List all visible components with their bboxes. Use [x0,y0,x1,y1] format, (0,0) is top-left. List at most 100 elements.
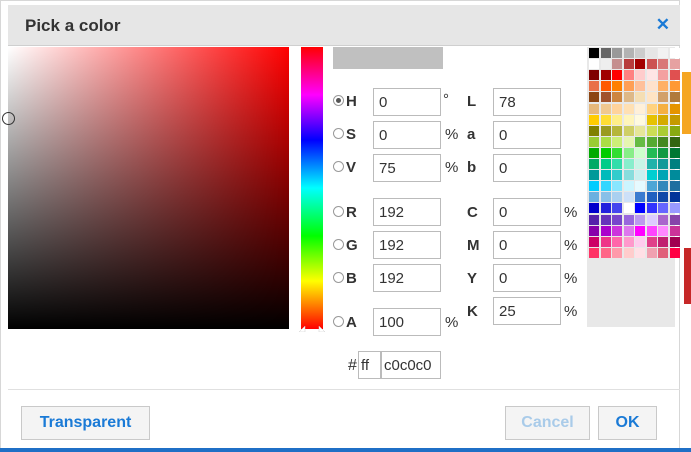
palette-swatch[interactable] [600,181,611,192]
hue-slider[interactable] [299,47,325,332]
palette-swatch[interactable] [658,70,668,81]
radio-blue[interactable] [333,272,344,283]
palette-swatch[interactable] [623,192,634,203]
palette-swatch[interactable] [612,214,622,225]
palette-swatch[interactable] [646,70,657,81]
palette-swatch[interactable] [623,225,634,236]
palette-swatch[interactable] [658,114,668,125]
palette-swatch[interactable] [612,225,622,236]
palette-swatch[interactable] [589,114,599,125]
palette-swatch[interactable] [612,170,622,181]
palette-swatch[interactable] [589,59,599,70]
palette-swatch[interactable] [658,125,668,136]
hex-alpha-input[interactable] [358,351,381,379]
palette-swatch[interactable] [623,48,634,58]
palette-swatch[interactable] [669,236,680,247]
palette-swatch[interactable] [612,181,622,192]
palette-swatch[interactable] [623,59,634,70]
palette-swatch[interactable] [612,203,622,214]
palette-swatch[interactable] [612,59,622,70]
lightness-input[interactable] [493,88,561,116]
palette-swatch[interactable] [658,225,668,236]
palette-swatch[interactable] [658,59,668,70]
palette-swatch[interactable] [589,247,599,258]
palette-swatch[interactable] [669,147,680,158]
palette-swatch[interactable] [589,236,599,247]
palette-swatch[interactable] [589,81,599,92]
palette-swatch[interactable] [646,181,657,192]
palette-swatch[interactable] [646,225,657,236]
palette-swatch[interactable] [635,114,645,125]
palette-swatch[interactable] [612,125,622,136]
palette-swatch[interactable] [669,70,680,81]
palette-swatch[interactable] [600,170,611,181]
palette-swatch[interactable] [589,225,599,236]
saturation-input[interactable] [373,121,441,149]
palette-swatch[interactable] [612,70,622,81]
palette-swatch[interactable] [612,159,622,169]
saturation-value-picker[interactable] [2,47,289,329]
palette-swatch[interactable] [589,48,599,58]
palette-swatch[interactable] [658,136,668,147]
palette-swatch[interactable] [623,170,634,181]
palette-swatch[interactable] [589,136,599,147]
value-input[interactable] [373,154,441,182]
palette-swatch[interactable] [623,125,634,136]
close-icon[interactable]: ✕ [656,16,670,34]
palette-swatch[interactable] [600,92,611,103]
palette-swatch[interactable] [635,159,645,169]
palette-swatch[interactable] [612,92,622,103]
palette-swatch[interactable] [589,170,599,181]
palette-swatch[interactable] [623,92,634,103]
palette-swatch[interactable] [646,236,657,247]
palette-swatch[interactable] [600,125,611,136]
palette-swatch[interactable] [612,103,622,114]
palette-swatch[interactable] [623,214,634,225]
palette-swatch[interactable] [600,59,611,70]
sv-marker[interactable] [2,111,15,125]
palette-swatch[interactable] [635,70,645,81]
palette-swatch[interactable] [658,103,668,114]
palette-swatch[interactable] [612,247,622,258]
palette-swatch[interactable] [623,159,634,169]
palette-swatch[interactable] [669,136,680,147]
palette-swatch[interactable] [635,103,645,114]
palette-swatch[interactable] [658,48,668,58]
palette-swatch[interactable] [635,81,645,92]
palette-swatch[interactable] [658,147,668,158]
palette-swatch[interactable] [669,114,680,125]
palette-swatch[interactable] [658,214,668,225]
palette-swatch[interactable] [600,114,611,125]
palette-swatch[interactable] [600,159,611,169]
lab-b-input[interactable] [493,154,561,182]
yellow-input[interactable] [493,264,561,292]
cyan-input[interactable] [493,198,561,226]
palette-swatch[interactable] [669,48,680,58]
palette-swatch[interactable] [600,225,611,236]
palette-swatch[interactable] [623,114,634,125]
palette-swatch[interactable] [635,203,645,214]
palette-swatch[interactable] [646,214,657,225]
palette-swatch[interactable] [669,181,680,192]
ok-button[interactable]: OK [598,406,657,440]
palette-swatch[interactable] [658,181,668,192]
palette-swatch[interactable] [589,147,599,158]
palette-swatch[interactable] [623,203,634,214]
palette-swatch[interactable] [658,170,668,181]
palette-swatch[interactable] [669,159,680,169]
palette-swatch[interactable] [623,247,634,258]
palette-swatch[interactable] [646,170,657,181]
palette-swatch[interactable] [589,125,599,136]
palette-swatch[interactable] [635,147,645,158]
palette-swatch[interactable] [623,147,634,158]
radio-alpha[interactable] [333,316,344,327]
hue-input[interactable] [373,88,441,116]
palette-swatch[interactable] [646,136,657,147]
palette-swatch[interactable] [646,59,657,70]
radio-red[interactable] [333,206,344,217]
palette-swatch[interactable] [600,214,611,225]
palette-swatch[interactable] [600,247,611,258]
cancel-button[interactable]: Cancel [505,406,590,440]
palette-swatch[interactable] [635,92,645,103]
palette-swatch[interactable] [646,48,657,58]
